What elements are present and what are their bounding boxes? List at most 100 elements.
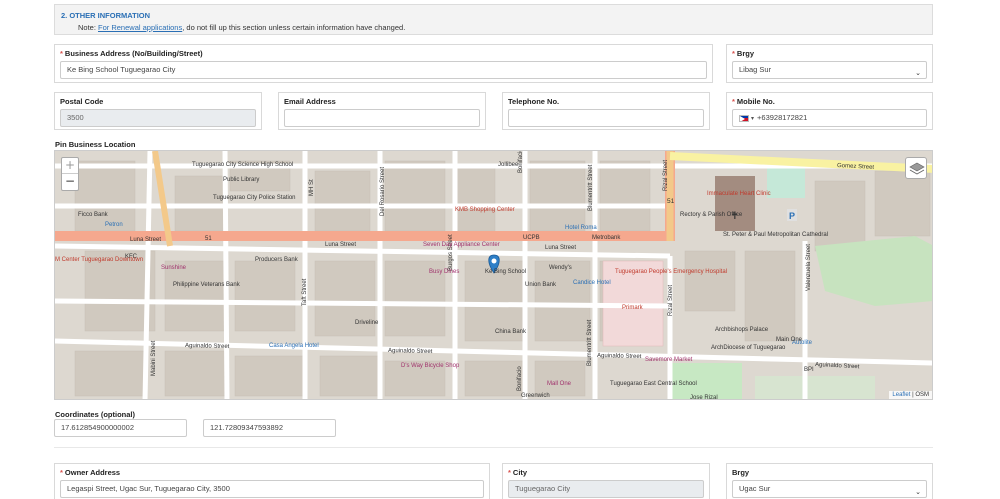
poi-label-primark: Primark [622, 305, 644, 311]
poi-label-sevenday: Seven Day Appliance Center [423, 242, 500, 248]
mobile-value: +63928172821 [757, 113, 808, 122]
poi-label-casa-angela: Casa Angela Hotel [269, 343, 319, 349]
street-label-blumentritt1: Blumentritt Street [588, 164, 594, 211]
telephone-label: Telephone No. [508, 97, 560, 106]
street-label-blumentritt2: Blumentritt Street [587, 319, 593, 366]
poi-label-immaculate: Immaculate Heart Clinic [707, 191, 771, 197]
business-address-label-text: Business Address (No/Building/Street) [64, 49, 203, 58]
email-field[interactable] [284, 109, 480, 127]
owner-brgy-value: Ugac Sur [739, 484, 771, 493]
map[interactable]: ✝ P Luna Street Luna Street Luna Street … [54, 150, 933, 400]
telephone-card: Telephone No. [502, 92, 710, 130]
owner-brgy-label: Brgy [732, 468, 750, 477]
section-header: 2. OTHER INFORMATION Note: For Renewal a… [54, 4, 933, 35]
poi-label-china-bank: China Bank [495, 329, 527, 335]
poi-label-public-library: Public Library [223, 177, 259, 183]
street-label-bonifacio1: Bonifacio [518, 151, 524, 173]
zoom-control: + − [61, 157, 79, 191]
zoom-out-button[interactable]: − [62, 174, 78, 190]
street-label-taft: Taft Street [302, 278, 308, 306]
longitude-input[interactable]: 121.72809347593892 [203, 419, 336, 437]
zoom-in-button[interactable]: + [62, 158, 78, 174]
leaflet-link[interactable]: Leaflet [892, 392, 910, 398]
business-address-input[interactable]: Ke Bing School Tuguegarao City [60, 61, 707, 79]
layers-button[interactable] [905, 157, 927, 179]
divider [54, 447, 933, 448]
poi-label-busy-dines: Busy Dines [429, 269, 459, 275]
business-brgy-card: * Brgy Libag Sur ⌄ [726, 44, 933, 83]
mobile-field[interactable]: ▾ +63928172821 [732, 109, 927, 127]
required-mark: * [732, 97, 735, 106]
note-prefix: Note: [78, 23, 99, 32]
country-dropdown-icon[interactable]: ▾ [751, 116, 754, 122]
section-note: Note: For Renewal applications, do not f… [61, 23, 926, 32]
postal-code-input[interactable]: 3500 [60, 109, 256, 127]
street-label-bonifacio2: Bonifacio [517, 366, 523, 391]
map-canvas[interactable]: ✝ P Luna Street Luna Street Luna Street … [55, 151, 933, 400]
email-card: Email Address [278, 92, 486, 130]
chevron-down-icon: ⌄ [915, 70, 921, 77]
poi-label-sunshine: Sunshine [161, 265, 187, 271]
owner-address-card: * Owner Address Legaspi Street, Ugac Sur,… [54, 463, 490, 499]
poi-label-savemore: Savemore Market [645, 357, 693, 363]
required-mark: * [732, 49, 735, 58]
poi-label-jose-rizal: Jose Rizal [690, 395, 718, 400]
street-label-aguinaldo3: Aguinaldo Street [597, 353, 642, 360]
poi-label-main-one: Main One [776, 337, 803, 343]
owner-address-label-text: Owner Address [64, 468, 121, 477]
section-title: 2. OTHER INFORMATION [61, 11, 151, 20]
map-label: Pin Business Location [55, 140, 136, 149]
business-brgy-label-text: Brgy [736, 49, 755, 58]
street-label-mabini: Mabini Street [151, 340, 157, 376]
poi-label-union-bank: Union Bank [525, 282, 557, 288]
poi-label-archbishops: Archbishops Palace [715, 327, 769, 333]
street-label-luna1: Luna Street [130, 237, 161, 243]
owner-address-input[interactable]: Legaspi Street, Ugac Sur, Tuguegarao Cit… [60, 480, 484, 498]
poi-label-wendys: Wendy's [549, 265, 572, 271]
poi-label-jollibee: Jollibee [498, 162, 519, 168]
poi-label-metrobank: Metrobank [592, 235, 621, 241]
philippines-flag-icon[interactable] [739, 114, 749, 122]
map-attribution: Leaflet | OSM [889, 391, 932, 399]
postal-code-label: Postal Code [60, 97, 104, 106]
street-label-rizal2: Rizal Street [668, 285, 674, 316]
street-label-valenzuela: Valenzuela Street [806, 244, 812, 291]
business-brgy-select[interactable]: Libag Sur ⌄ [732, 61, 927, 79]
street-label-burgos: Burgos Street [448, 234, 454, 271]
owner-brgy-select[interactable]: Ugac Sur ⌄ [732, 480, 927, 498]
owner-city-input[interactable]: Tuguegarao City [508, 480, 704, 498]
owner-address-label: * Owner Address [60, 468, 484, 477]
poi-label-ucpb: UCPB [523, 235, 540, 241]
street-label-luna2: Luna Street [325, 242, 356, 248]
mobile-label-text: Mobile No. [736, 97, 775, 106]
poi-label-bpi: BPI [804, 367, 814, 373]
renewal-link[interactable]: For Renewal applications [98, 23, 182, 32]
svg-text:P: P [789, 211, 795, 221]
required-mark: * [60, 49, 63, 58]
owner-city-label: * City [508, 468, 704, 477]
required-mark: * [60, 468, 63, 477]
street-label-aguinaldo2: Aguinaldo Street [388, 348, 433, 355]
poi-label-producers-bank: Producers Bank [255, 257, 299, 263]
poi-label-ds-way: D's Way Bicycle Shop [401, 363, 460, 369]
street-label-delrosario: Del Rosario Street [380, 167, 386, 216]
telephone-field[interactable] [508, 109, 704, 127]
business-brgy-label: * Brgy [732, 49, 927, 58]
street-label-route51b: 51 [667, 198, 675, 205]
osm-attribution: OSM [915, 392, 929, 398]
poi-label-petron: Petron [105, 222, 123, 228]
coordinates-label: Coordinates (optional) [55, 410, 135, 419]
latitude-input[interactable]: 17.612854900000002 [54, 419, 187, 437]
street-label-aguinaldo1: Aguinaldo Street [185, 343, 230, 350]
poi-label-science-high: Tuguegarao City Science High School [192, 162, 293, 168]
street-label-driveline: Driveline [355, 320, 379, 326]
poi-label-cathedral: St. Peter & Paul Metropolitan Cathedral [723, 232, 828, 238]
business-address-card: * Business Address (No/Building/Street) K… [54, 44, 713, 83]
poi-label-candice: Candice Hotel [573, 280, 611, 286]
poi-label-archdiocese: ArchDiocese of Tuguegarao [711, 345, 786, 351]
owner-city-label-text: City [512, 468, 528, 477]
mobile-card: * Mobile No. ▾ +63928172821 [726, 92, 933, 130]
poi-label-philippine-veterans: Philippine Veterans Bank [173, 282, 241, 288]
poi-label-rectory: Rectory & Parish Office [680, 212, 743, 218]
note-suffix: , do not fill up this section unless cer… [182, 23, 406, 32]
